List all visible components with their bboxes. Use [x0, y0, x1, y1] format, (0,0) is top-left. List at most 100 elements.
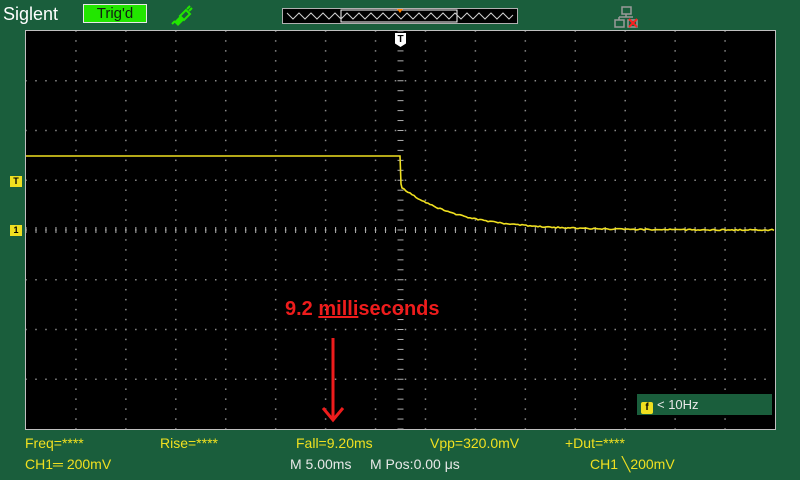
grid-dot: [75, 219, 77, 221]
grid-dot: [365, 130, 367, 132]
grid-dot: [425, 60, 427, 62]
grid-dot: [594, 379, 596, 381]
grid-dot: [275, 180, 277, 182]
grid-dot: [185, 130, 187, 132]
grid-dot: [375, 100, 377, 102]
grid-dot: [594, 329, 596, 331]
grid-dot: [115, 329, 117, 331]
grid-dot: [425, 150, 427, 152]
grid-dot: [125, 130, 127, 132]
grid-dot: [275, 209, 277, 211]
grid-dot: [265, 130, 267, 132]
waveform-display[interactable]: [25, 30, 776, 430]
grid-dot: [495, 130, 497, 132]
grid-dot: [125, 110, 127, 112]
grid-dot: [235, 379, 237, 381]
grid-dot: [175, 369, 177, 371]
grid-dot: [634, 130, 636, 132]
grid-dot: [525, 70, 527, 72]
timebase[interactable]: M 5.00ms: [290, 456, 351, 472]
trigger-setting[interactable]: CH1 ╲200mV: [590, 456, 675, 473]
grid-dot: [754, 279, 756, 281]
grid-dot: [335, 80, 337, 82]
grid-dot: [495, 80, 497, 82]
grid-dot: [95, 130, 97, 132]
grid-dot: [65, 379, 67, 381]
grid-dot: [35, 279, 37, 281]
grid-dot: [475, 160, 477, 162]
grid-dot: [425, 398, 427, 400]
grid-dot: [275, 110, 277, 112]
grid-dot: [475, 110, 477, 112]
grid-dot: [764, 180, 766, 182]
grid-dot: [435, 80, 437, 82]
grid-dot: [275, 140, 277, 142]
horizontal-position[interactable]: M Pos:0.00 μs: [370, 456, 460, 472]
grid-dot: [525, 398, 527, 400]
grid-dot: [475, 309, 477, 311]
grid-dot: [365, 80, 367, 82]
grid-dot: [35, 329, 37, 331]
grid-dot: [684, 80, 686, 82]
grid-dot: [385, 379, 387, 381]
grid-dot: [624, 249, 626, 251]
grid-dot: [375, 259, 377, 261]
grid-dot: [125, 70, 127, 72]
grid-dot: [265, 279, 267, 281]
grid-dot: [475, 329, 477, 331]
grid-dot: [125, 90, 127, 92]
grid-dot: [475, 60, 477, 62]
grid-dot: [624, 140, 626, 142]
grid-dot: [644, 379, 646, 381]
grid-dot: [375, 70, 377, 72]
grid-dot: [525, 388, 527, 390]
grid-dot: [175, 388, 177, 390]
grid-dot: [375, 428, 377, 429]
grid-dot: [425, 189, 427, 191]
grid-dot: [455, 379, 457, 381]
grid-dot: [195, 180, 197, 182]
grid-dot: [195, 329, 197, 331]
grid-dot: [225, 418, 227, 420]
grid-dot: [724, 418, 726, 420]
grid-dot: [624, 309, 626, 311]
grid-dot: [125, 339, 127, 341]
channel1-marker[interactable]: 1: [10, 225, 22, 236]
grid-dot: [45, 180, 47, 182]
grid-dot: [175, 408, 177, 410]
grid-dot: [674, 160, 676, 162]
grid-dot: [475, 398, 477, 400]
grid-dot: [575, 180, 577, 182]
grid-dot: [674, 120, 676, 122]
grid-dot: [325, 269, 327, 271]
grid-dot: [235, 180, 237, 182]
grid-dot: [175, 180, 177, 182]
grid-dot: [445, 329, 447, 331]
grid-dot: [395, 130, 397, 132]
grid-dot: [175, 319, 177, 321]
grid-dot: [265, 329, 267, 331]
grid-dot: [225, 369, 227, 371]
grid-dot: [125, 80, 127, 82]
grid-dot: [624, 160, 626, 162]
grid-dot: [555, 379, 557, 381]
grid-dot: [495, 180, 497, 182]
grid-dot: [724, 279, 726, 281]
grid-dot: [215, 279, 217, 281]
grid-dot: [575, 80, 577, 82]
trigger-level-marker[interactable]: T: [10, 176, 22, 187]
grid-dot: [525, 100, 527, 102]
grid-dot: [674, 388, 676, 390]
ch1-scale[interactable]: CH1═ 200mV: [25, 456, 111, 472]
grid-dot: [664, 130, 666, 132]
grid-dot: [724, 31, 726, 32]
grid-dot: [754, 329, 756, 331]
grid-dot: [525, 259, 527, 261]
grid-dot: [505, 80, 507, 82]
grid-dot: [545, 180, 547, 182]
annotation-label: 9.2 milliseconds: [285, 298, 440, 321]
grid-dot: [185, 180, 187, 182]
grid-dot: [305, 379, 307, 381]
grid-dot: [724, 130, 726, 132]
grid-dot: [624, 150, 626, 152]
